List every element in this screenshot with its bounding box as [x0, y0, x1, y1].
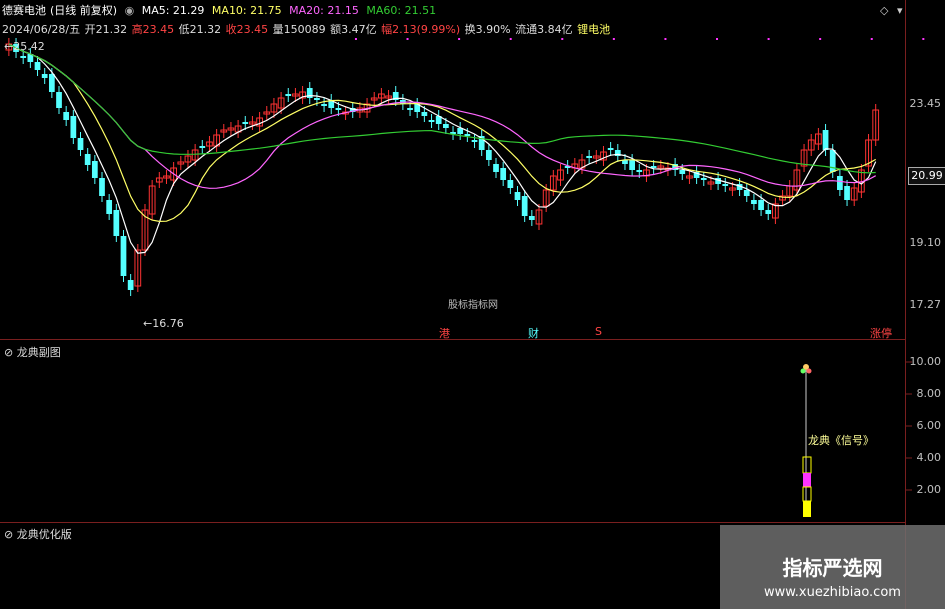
- candle-body: [586, 156, 593, 158]
- center-watermark: 股标指标网: [448, 300, 498, 311]
- candle-body: [20, 56, 27, 58]
- indicator-panel[interactable]: [0, 340, 945, 522]
- candle-body: [471, 140, 478, 142]
- candle-body: [41, 74, 48, 78]
- candle-body: [700, 178, 707, 180]
- signal-box: [803, 501, 811, 517]
- candle-body: [70, 116, 77, 138]
- candle-body: [106, 200, 113, 214]
- indicator-tick: 8.00: [916, 387, 942, 400]
- candle-body: [500, 168, 507, 180]
- marker-dot: [354, 38, 357, 40]
- candle-body: [113, 210, 120, 236]
- signal-box: [802, 486, 812, 502]
- candle-body: [679, 170, 686, 174]
- candle-body: [99, 178, 105, 196]
- candle-body: [314, 98, 320, 100]
- marker-dot: [509, 38, 512, 40]
- candle-body: [56, 92, 62, 108]
- candle-body: [321, 104, 327, 106]
- ma5-line: [8, 43, 877, 254]
- candle-body: [285, 94, 292, 96]
- indicator-tick: 2.00: [916, 483, 942, 496]
- price-tick: 23.45: [909, 97, 942, 110]
- marker-dot: [458, 38, 461, 40]
- ma20-line: [8, 43, 876, 189]
- panel-divider: [0, 522, 905, 523]
- candlestick-chart[interactable]: [0, 0, 945, 340]
- candle-body: [199, 146, 206, 148]
- event-tag-s[interactable]: S: [595, 325, 602, 338]
- site-watermark: 指标严选网 www.xuezhibiao.com: [720, 525, 945, 609]
- candle-body: [84, 154, 91, 165]
- marker-dot: [664, 38, 667, 40]
- candle-body: [407, 108, 413, 110]
- marker-dot: [767, 38, 770, 40]
- panel3-title-text: 龙典优化版: [16, 528, 72, 541]
- marker-dot: [922, 38, 925, 40]
- candle-body: [607, 148, 614, 150]
- candle-body: [464, 134, 471, 136]
- candle-body: [34, 62, 41, 70]
- high-annotation: ←25.42: [4, 40, 45, 53]
- candle-body: [629, 160, 635, 170]
- marker-dot: [819, 38, 822, 40]
- watermark-title: 指标严选网: [782, 556, 883, 580]
- candle-body: [63, 112, 70, 120]
- candle-body: [507, 180, 514, 188]
- low-annotation: ←16.76: [143, 317, 184, 330]
- current-price-box: 20.99: [908, 167, 945, 185]
- watermark-url: www.xuezhibiao.com: [764, 585, 901, 600]
- marker-dot: [716, 38, 719, 40]
- candle-body: [758, 200, 764, 210]
- candle-body: [120, 236, 127, 276]
- candle-body: [443, 124, 449, 128]
- marker-dot: [612, 38, 615, 40]
- candle-body: [77, 138, 84, 150]
- candle-body: [829, 150, 836, 172]
- indicator-tick: 6.00: [916, 419, 942, 432]
- low-value: 16.76: [152, 317, 184, 330]
- candle-body: [844, 186, 850, 200]
- high-value: 25.42: [13, 40, 45, 53]
- candle-body: [485, 150, 492, 160]
- candle-body: [514, 192, 521, 200]
- candle-body: [743, 190, 750, 196]
- candle-body: [521, 196, 528, 216]
- candle-body: [421, 112, 428, 116]
- candle-body: [428, 120, 435, 122]
- marker-dot: [406, 38, 409, 40]
- candle-body: [48, 74, 55, 92]
- signal-dot: [806, 368, 812, 374]
- candle-body: [765, 210, 772, 214]
- indicator-tick: 10.00: [909, 355, 942, 368]
- candle-body: [335, 108, 342, 110]
- signal-box: [803, 473, 811, 487]
- candle-body: [751, 200, 757, 204]
- candle-body: [636, 170, 643, 172]
- candle-body: [822, 130, 829, 150]
- price-tick: 17.27: [909, 298, 942, 311]
- marker-dot: [561, 38, 564, 40]
- signal-label: 龙典《信号》: [808, 434, 874, 447]
- panel3-title[interactable]: ⊘ 龙典优化版: [4, 526, 72, 542]
- indicator-tick: 4.00: [916, 451, 942, 464]
- candle-body: [528, 216, 535, 220]
- marker-dot: [870, 38, 873, 40]
- candle-body: [722, 184, 729, 186]
- candle-body: [837, 176, 843, 190]
- candle-body: [127, 280, 134, 290]
- signal-dot: [800, 368, 806, 374]
- price-tick: 19.10: [909, 236, 942, 249]
- candle-body: [242, 122, 249, 124]
- candle-body: [91, 161, 98, 178]
- signal-box: [802, 456, 812, 474]
- candle-body: [493, 164, 499, 172]
